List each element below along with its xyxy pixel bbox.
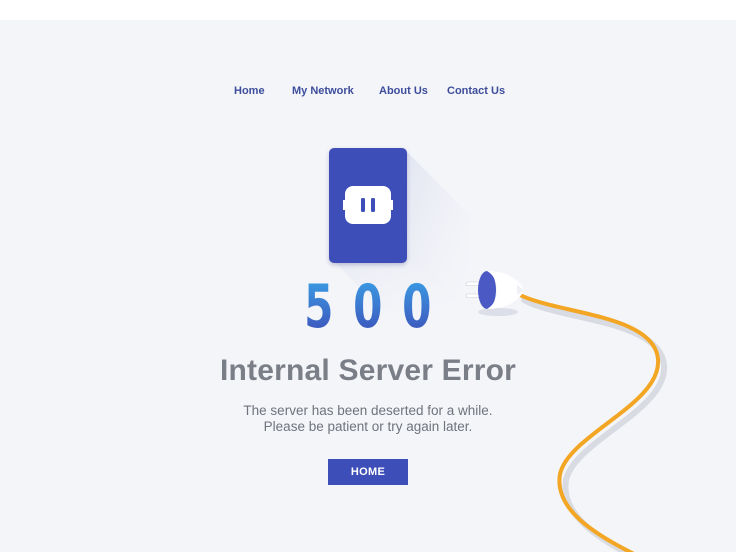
error-code-digit: 0 xyxy=(402,272,432,342)
error-code: 5 0 0 xyxy=(300,276,436,338)
power-socket-icon xyxy=(329,148,407,263)
error-code-digit: 5 xyxy=(304,272,334,342)
socket-outlet-face xyxy=(343,186,393,224)
error-message-line: The server has been deserted for a while… xyxy=(243,403,493,418)
error-title: Internal Server Error xyxy=(220,354,516,387)
error-message-line: Please be patient or try again later. xyxy=(263,419,473,434)
error-message: The server has been deserted for a while… xyxy=(0,403,736,435)
home-button[interactable]: HOME xyxy=(328,459,408,485)
error-page: Home My Network About Us Contact Us 5 0 … xyxy=(0,20,736,552)
error-code-digit: 0 xyxy=(353,272,383,342)
